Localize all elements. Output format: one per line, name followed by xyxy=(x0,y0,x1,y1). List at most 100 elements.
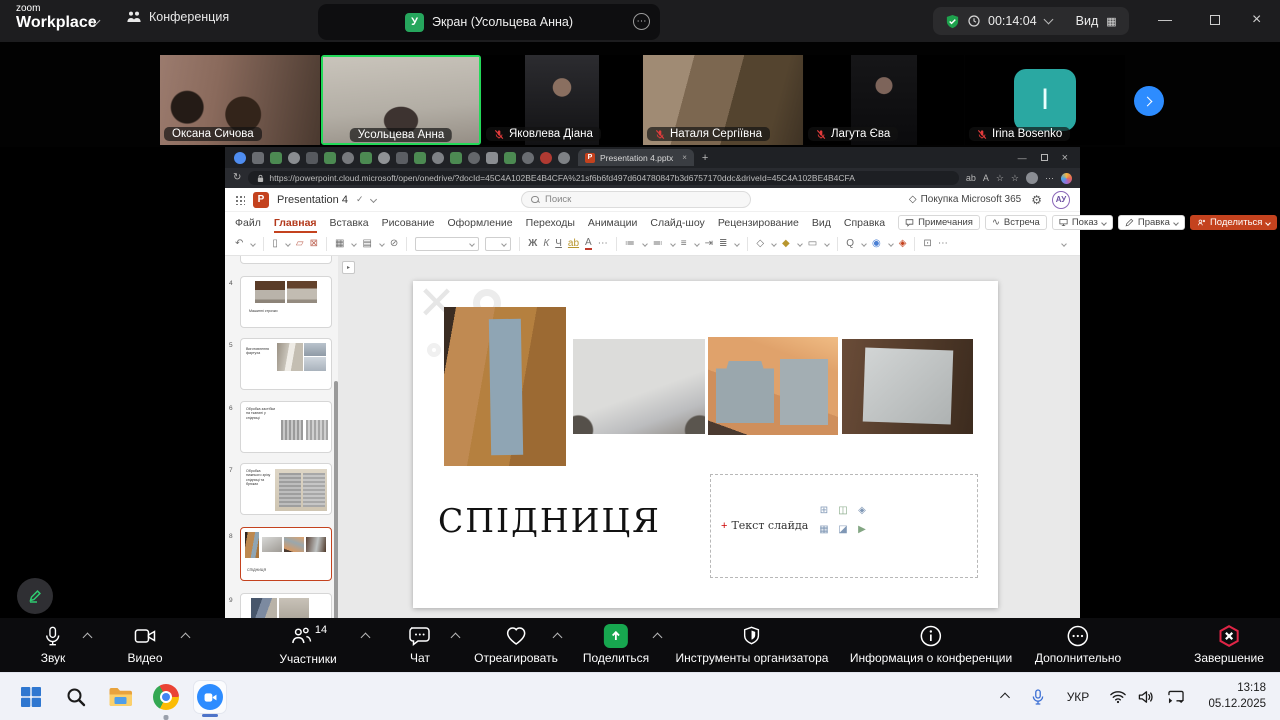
browser-maximize-icon[interactable] xyxy=(1041,154,1048,161)
slide-photo-pattern-paper[interactable] xyxy=(573,339,705,434)
present-button[interactable]: Показ xyxy=(1052,215,1113,230)
designer-icon[interactable]: ◈ xyxy=(899,239,907,249)
video-button[interactable]: Видео xyxy=(127,624,162,665)
audio-button[interactable]: Звук xyxy=(41,624,66,665)
browser-tab[interactable] xyxy=(540,152,552,164)
slide-canvas[interactable]: × СПІДНИЦЯ +Текст слайда ⊞ ◫ ◈ ▦ xyxy=(413,281,998,608)
browser-tab[interactable] xyxy=(450,152,462,164)
restore-button[interactable] xyxy=(1210,15,1220,25)
participant-tile-active-speaker[interactable]: Усольцева Анна xyxy=(321,55,481,145)
tray-show-hidden-button[interactable] xyxy=(1002,673,1009,720)
paste-icon[interactable]: ▯ xyxy=(272,239,278,249)
close-button[interactable]: × xyxy=(1252,12,1261,28)
meet-now-button[interactable]: ∿ Встреча xyxy=(985,215,1047,230)
copilot-icon[interactable] xyxy=(1061,173,1072,184)
browser-tab[interactable] xyxy=(252,152,264,164)
browser-tab[interactable] xyxy=(558,152,570,164)
share-options-chevron[interactable] xyxy=(653,633,663,643)
clear-icon[interactable]: ⊘ xyxy=(390,239,398,249)
insert-stock-image-icon[interactable]: ◪ xyxy=(835,524,851,535)
buy-microsoft365-button[interactable]: ◇ Покупка Microsoft 365 xyxy=(909,194,1021,205)
wifi-indicator[interactable] xyxy=(1110,673,1127,720)
ribbon-tab-file[interactable]: Файл xyxy=(235,217,261,229)
find-icon[interactable]: Q xyxy=(846,239,854,249)
settings-gear-icon[interactable]: ⚙ xyxy=(1031,194,1042,206)
view-grid-icon[interactable]: ▦ xyxy=(1106,15,1116,28)
browser-tab[interactable] xyxy=(522,152,534,164)
browser-menu-icon[interactable]: ⋯ xyxy=(1045,174,1054,183)
slide-thumbnail-partial[interactable] xyxy=(240,256,332,264)
bookmark-star-icon[interactable]: ☆ xyxy=(996,174,1004,183)
share-button[interactable]: Поделиться xyxy=(1190,215,1277,230)
chrome-button[interactable] xyxy=(150,681,182,713)
bold-icon[interactable]: Ж xyxy=(528,239,537,249)
delete-icon[interactable]: ⊠ xyxy=(310,239,318,249)
ribbon-tab-view[interactable]: Вид xyxy=(812,217,831,229)
favorites-star-icon[interactable]: ☆ xyxy=(1011,174,1019,183)
participant-tile[interactable]: Наталя Сергіївна xyxy=(643,55,803,145)
browser-tab[interactable] xyxy=(396,152,408,164)
participant-tile[interactable]: Лагута Єва xyxy=(804,55,964,145)
layout-icon[interactable]: ▤ xyxy=(362,239,371,249)
browser-close-icon[interactable]: × xyxy=(1062,152,1068,164)
browser-tab[interactable] xyxy=(432,152,444,164)
undo-icon[interactable]: ↶ xyxy=(235,239,243,249)
browser-tab[interactable] xyxy=(468,152,480,164)
slide-thumbnail[interactable] xyxy=(240,593,332,618)
ribbon-tab-slideshow[interactable]: Слайд-шоу xyxy=(650,217,704,229)
slide-thumbnail[interactable]: Обробка нижнього зрізу спідниці та брюка… xyxy=(240,463,332,515)
browser-tab[interactable] xyxy=(234,152,246,164)
browser-tab[interactable] xyxy=(342,152,354,164)
line-spacing-icon[interactable]: ≣ xyxy=(719,239,727,249)
new-tab-button[interactable]: + xyxy=(702,152,708,164)
tray-mic-in-use[interactable] xyxy=(1032,673,1045,720)
numbering-icon[interactable]: ≕ xyxy=(653,239,663,249)
volume-indicator[interactable] xyxy=(1138,673,1154,720)
participants-button[interactable]: 14 Участники xyxy=(279,624,336,666)
browser-minimize-icon[interactable]: — xyxy=(1018,153,1027,163)
browser-tab[interactable] xyxy=(378,152,390,164)
title-chevron-icon[interactable] xyxy=(370,196,377,203)
chat-options-chevron[interactable] xyxy=(451,633,461,643)
browser-tab[interactable] xyxy=(270,152,282,164)
format-painter-icon[interactable]: ▱ xyxy=(296,239,304,249)
refresh-icon[interactable]: ↻ xyxy=(233,173,241,183)
account-avatar[interactable]: АУ xyxy=(1052,191,1070,209)
tab-meeting[interactable]: Конференция xyxy=(126,10,229,24)
participant-tile[interactable]: I Irina Bosenko xyxy=(965,55,1125,145)
taskbar-search-button[interactable] xyxy=(60,681,92,713)
minimize-button[interactable]: — xyxy=(1158,12,1172,26)
browser-tab[interactable] xyxy=(504,152,516,164)
underline-icon[interactable]: Ч xyxy=(555,239,562,249)
edit-chevron-icon[interactable] xyxy=(1173,220,1179,226)
browser-tab[interactable] xyxy=(288,152,300,164)
screen-tab-more-icon[interactable]: ⋯ xyxy=(633,13,650,30)
italic-icon[interactable]: К xyxy=(543,239,549,249)
more-font-options-icon[interactable]: ⋯ xyxy=(598,239,608,249)
audio-options-chevron[interactable] xyxy=(83,633,93,643)
file-explorer-button[interactable] xyxy=(105,681,137,713)
shape-fill-icon[interactable]: ◆ xyxy=(782,239,790,249)
end-meeting-button[interactable]: Завершение xyxy=(1194,624,1264,665)
reactions-button[interactable]: Отреагировать xyxy=(474,624,558,665)
collapse-panel-button[interactable]: ▸ xyxy=(342,261,355,274)
insert-chart-icon[interactable]: ◈ xyxy=(854,505,870,516)
participants-options-chevron[interactable] xyxy=(361,633,371,643)
ribbon-tab-review[interactable]: Рецензирование xyxy=(718,217,799,229)
view-label[interactable]: Вид xyxy=(1076,14,1099,28)
slide-photo-fabric-square[interactable] xyxy=(842,339,973,434)
insert-video-icon[interactable]: ▶ xyxy=(854,524,870,535)
shape-outline-icon[interactable]: ▭ xyxy=(808,239,817,249)
more-button[interactable]: Дополнительно xyxy=(1035,624,1121,665)
app-launcher-icon[interactable] xyxy=(235,195,245,205)
dictate-icon[interactable]: ◉ xyxy=(872,239,881,249)
browser-tab[interactable] xyxy=(486,152,498,164)
tab-shared-screen[interactable]: У Экран (Усольцева Анна) ⋯ xyxy=(318,4,660,40)
participant-tile[interactable]: Яковлева Діана xyxy=(482,55,642,145)
cast-status-indicator[interactable] xyxy=(1167,673,1185,720)
timer-chevron-icon[interactable] xyxy=(1043,15,1053,25)
browser-profile-avatar[interactable] xyxy=(1026,172,1038,184)
ribbon-tab-design[interactable]: Оформление xyxy=(447,217,512,229)
ribbon-tab-animations[interactable]: Анимации xyxy=(588,217,637,229)
notes-icon[interactable]: ⊡ xyxy=(923,239,931,249)
